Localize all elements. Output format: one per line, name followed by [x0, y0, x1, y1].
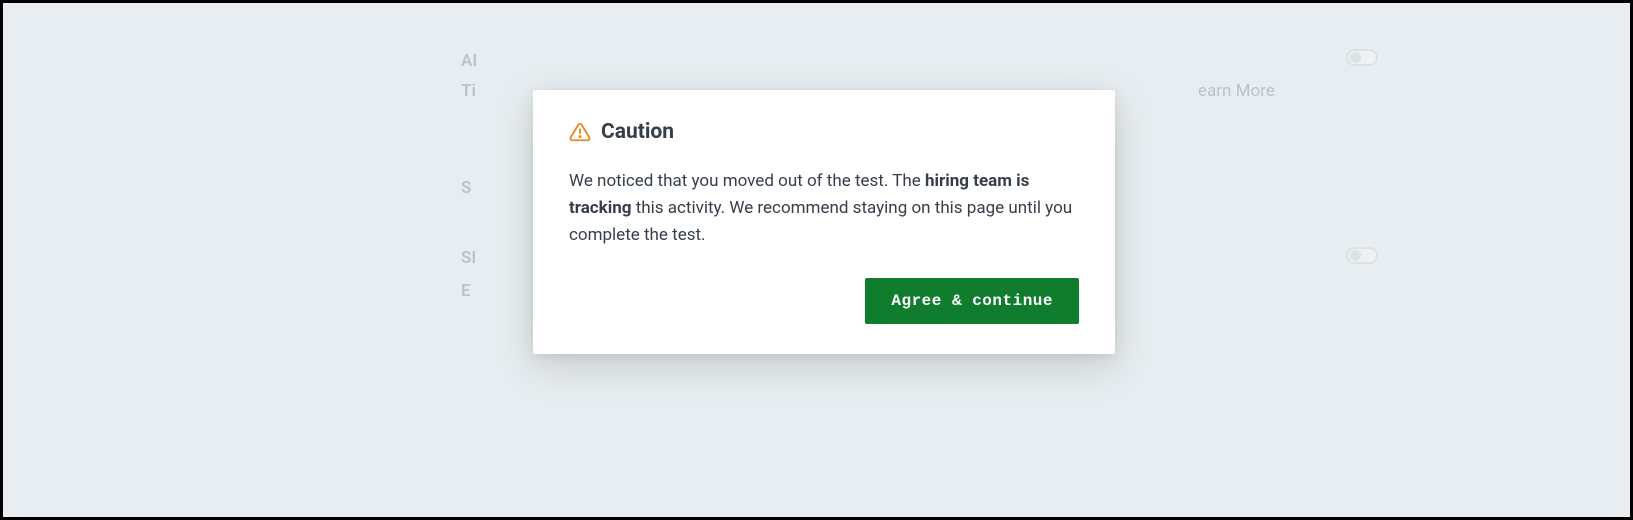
- modal-body-prefix: We noticed that you moved out of the tes…: [569, 171, 925, 191]
- modal-header: Caution: [569, 120, 1079, 144]
- bg-text: Ti: [461, 81, 476, 101]
- toggle-switch: [1346, 247, 1378, 264]
- caution-modal: Caution We noticed that you moved out of…: [533, 90, 1115, 354]
- toggle-switch: [1346, 49, 1378, 66]
- bg-text: E: [461, 281, 471, 301]
- bg-learn-more-link: earn More: [1198, 81, 1275, 101]
- modal-title: Caution: [601, 120, 674, 144]
- modal-body-text: We noticed that you moved out of the tes…: [569, 168, 1079, 250]
- bg-text: SI: [461, 248, 476, 268]
- bg-text: AI: [461, 51, 477, 71]
- modal-body-suffix: this activity. We recommend staying on t…: [569, 198, 1072, 245]
- bg-text: S: [461, 178, 471, 198]
- modal-footer: Agree & continue: [569, 278, 1079, 324]
- agree-continue-button[interactable]: Agree & continue: [865, 278, 1079, 324]
- warning-triangle-icon: [569, 121, 591, 143]
